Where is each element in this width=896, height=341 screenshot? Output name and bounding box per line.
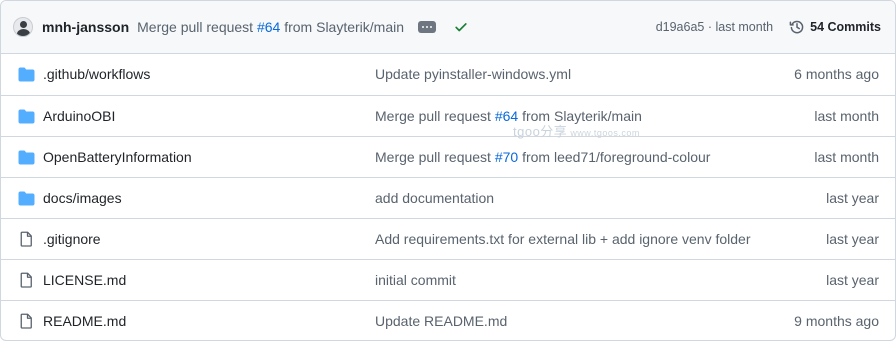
watermark: tgoo分享 www.tgoos.com bbox=[513, 121, 640, 140]
commit-message-prefix: Update README.md bbox=[375, 313, 508, 329]
commit-time: last month bbox=[715, 20, 774, 34]
folder-icon bbox=[18, 149, 35, 165]
file-name-link[interactable]: LICENSE.md bbox=[43, 272, 126, 288]
file-row[interactable]: LICENSE.md initial commit last year bbox=[1, 259, 895, 300]
file-name-link[interactable]: OpenBatteryInformation bbox=[43, 149, 192, 165]
commit-message-prefix: Merge pull request bbox=[375, 149, 495, 165]
commit-author-link[interactable]: mnh-jansson bbox=[42, 19, 129, 35]
file-name-link[interactable]: README.md bbox=[43, 313, 126, 329]
check-icon[interactable] bbox=[454, 20, 468, 34]
commit-message-prefix: add documentation bbox=[375, 190, 495, 206]
last-modified-time: 9 months ago bbox=[794, 313, 879, 329]
watermark-text: tgoo分享 bbox=[513, 124, 568, 139]
history-icon bbox=[789, 20, 804, 34]
file-row[interactable]: docs/images add documentation last year bbox=[1, 177, 895, 218]
separator-dot: · bbox=[704, 20, 716, 34]
file-browser: mnh-jansson Merge pull request #64 from … bbox=[0, 0, 896, 341]
file-name-link[interactable]: ArduinoOBI bbox=[43, 108, 115, 124]
last-modified-time: 6 months ago bbox=[794, 66, 879, 82]
commit-sha-link[interactable]: d19a6a5 bbox=[656, 20, 705, 34]
commit-message-suffix: from leed71/foreground-colour bbox=[518, 149, 711, 165]
commit-message-suffix: from Slayterik/main bbox=[280, 19, 405, 35]
commit-message-link[interactable]: initial commit bbox=[375, 272, 456, 288]
folder-icon bbox=[18, 66, 35, 82]
folder-icon bbox=[18, 190, 35, 206]
file-name-link[interactable]: docs/images bbox=[43, 190, 122, 206]
file-icon bbox=[18, 231, 35, 247]
file-icon bbox=[18, 313, 35, 329]
commits-history-link[interactable]: 54 Commits bbox=[789, 19, 881, 35]
watermark-url: www.tgoos.com bbox=[570, 128, 640, 138]
commit-message-prefix: Update pyinstaller-windows.yml bbox=[375, 66, 572, 82]
file-row[interactable]: ArduinoOBI Merge pull request #64 from Sl… bbox=[1, 95, 895, 136]
folder-icon bbox=[18, 108, 35, 124]
latest-commit-bar: mnh-jansson Merge pull request #64 from … bbox=[1, 1, 895, 54]
last-modified-time: last year bbox=[826, 272, 879, 288]
last-modified-time: last month bbox=[814, 108, 879, 124]
commit-message-link[interactable]: Add requirements.txt for external lib + … bbox=[375, 231, 750, 247]
commit-pr-link[interactable]: #64 bbox=[257, 19, 280, 35]
commit-message-link[interactable]: Update pyinstaller-windows.yml bbox=[375, 66, 571, 82]
commit-message-link[interactable]: add documentation bbox=[375, 190, 494, 206]
commit-pr-link[interactable]: #70 bbox=[495, 149, 518, 165]
file-name-link[interactable]: .gitignore bbox=[43, 231, 101, 247]
file-icon bbox=[18, 272, 35, 288]
expand-commit-message-button[interactable] bbox=[418, 21, 437, 33]
author-avatar[interactable] bbox=[13, 17, 33, 37]
file-name-link[interactable]: .github/workflows bbox=[43, 66, 150, 82]
commits-count-label: 54 Commits bbox=[810, 20, 881, 34]
file-row[interactable]: .gitignore Add requirements.txt for exter… bbox=[1, 218, 895, 259]
commit-sha-time: d19a6a5 · last month bbox=[656, 20, 773, 34]
commit-message-prefix: initial commit bbox=[375, 272, 456, 288]
commit-message-prefix: Merge pull request bbox=[375, 108, 495, 124]
commit-message-prefix: Add requirements.txt for external lib + … bbox=[375, 231, 751, 247]
file-row[interactable]: OpenBatteryInformation Merge pull request… bbox=[1, 136, 895, 177]
commit-message[interactable]: Merge pull request #64 from Slayterik/ma… bbox=[137, 19, 404, 35]
file-row[interactable]: .github/workflows Update pyinstaller-wind… bbox=[1, 54, 895, 95]
commit-message-link[interactable]: Merge pull request #70 from leed71/foreg… bbox=[375, 149, 710, 165]
commit-message-prefix: Merge pull request bbox=[137, 19, 257, 35]
commit-message-link[interactable]: Update README.md bbox=[375, 313, 507, 329]
file-row[interactable]: README.md Update README.md 9 months ago bbox=[1, 300, 895, 340]
last-modified-time: last year bbox=[826, 190, 879, 206]
last-modified-time: last month bbox=[814, 149, 879, 165]
file-list: .github/workflows Update pyinstaller-wind… bbox=[1, 54, 895, 340]
last-modified-time: last year bbox=[826, 231, 879, 247]
